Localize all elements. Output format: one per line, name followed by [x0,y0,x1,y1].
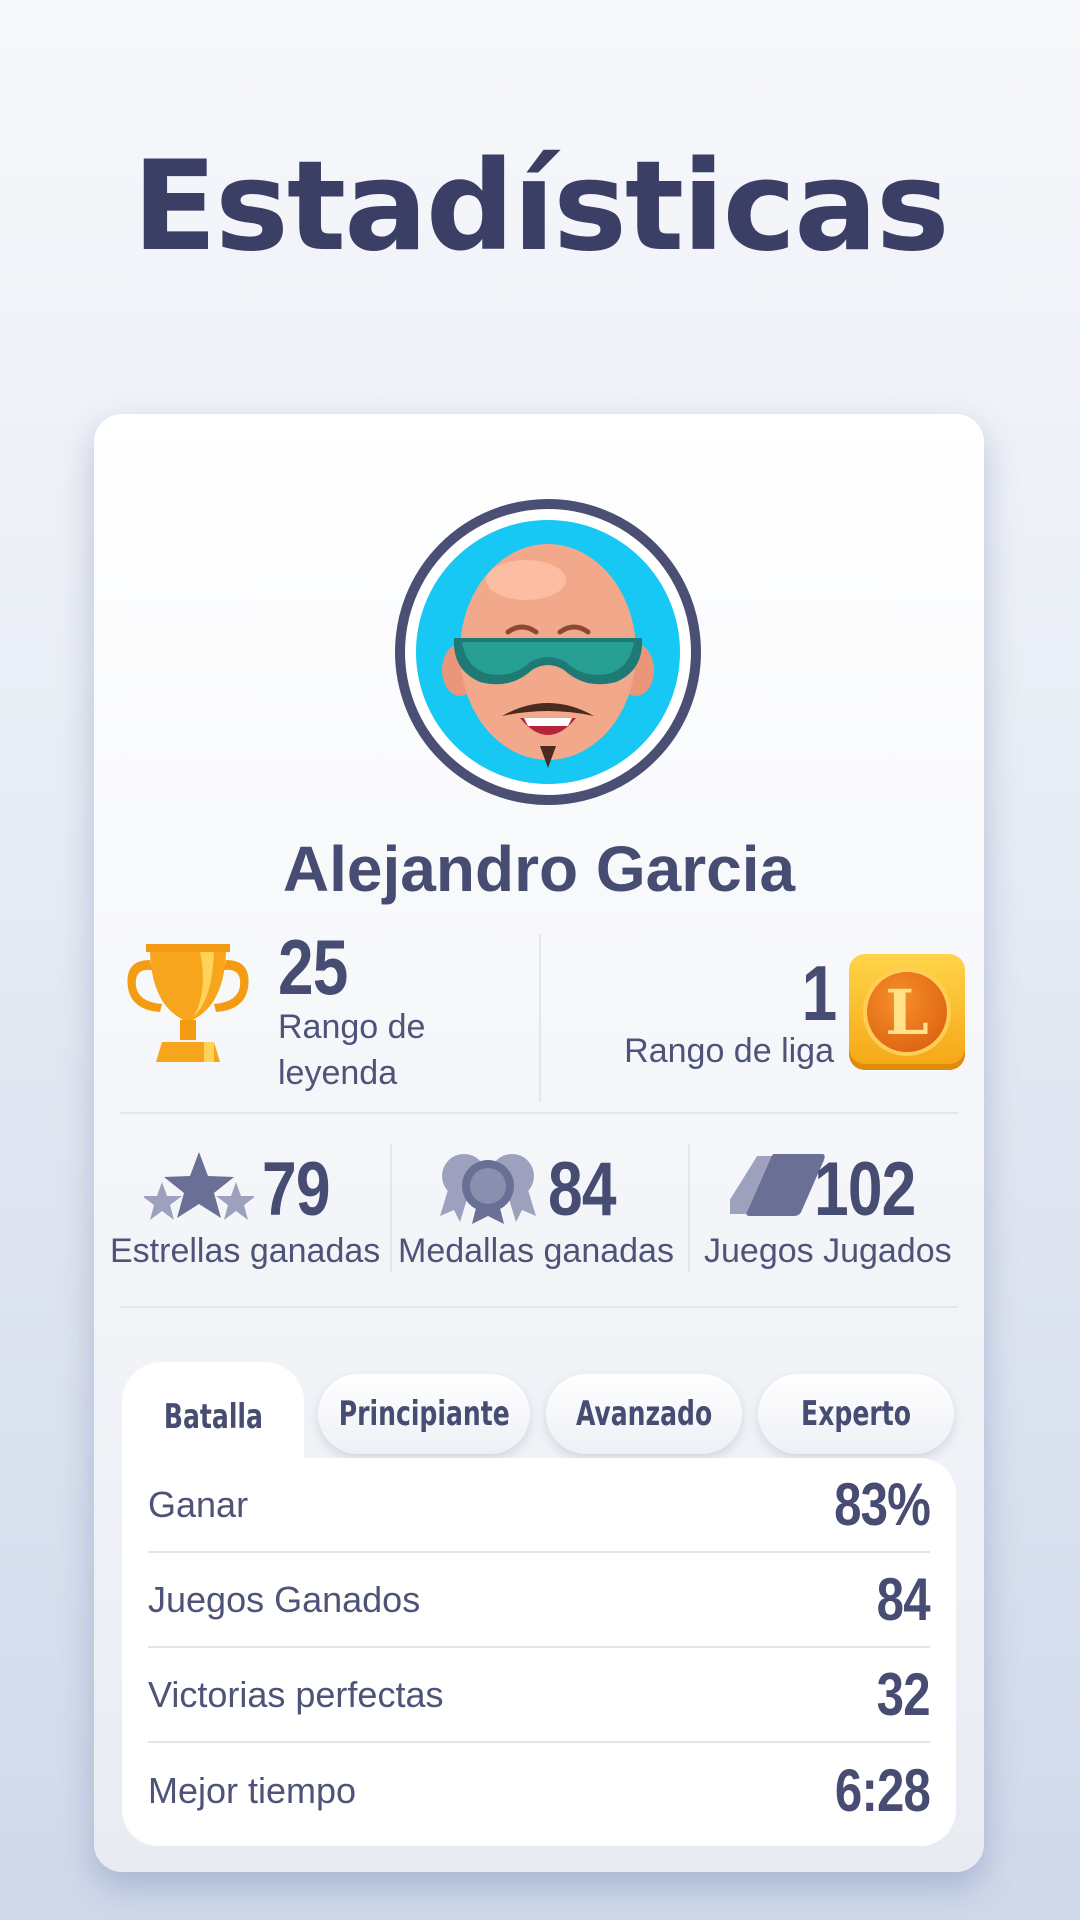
table-row: Juegos Ganados 84 [148,1553,931,1648]
stat-medals: 84 Medallas ganadas [392,1142,682,1272]
row-label: Ganar [148,1483,249,1525]
games-value: 102 [814,1147,916,1232]
player-name: Alejandro Garcia [282,833,796,905]
stats-table: Ganar 83% Juegos Ganados 84 Victorias pe… [122,1458,956,1846]
row-value: 84 [876,1566,931,1633]
row-label: Mejor tiempo [148,1769,357,1811]
tab-batalla[interactable]: Batalla [122,1362,304,1472]
row-label: Juegos Ganados [148,1578,421,1620]
page-title: Estadísticas [132,135,949,279]
table-row: Ganar 83% [148,1458,931,1553]
avatar[interactable] [395,499,701,805]
mode-tabs: Batalla Principiante Avanzado Experto [122,1362,956,1472]
stat-stars: 79 Estrellas ganadas [94,1142,390,1272]
stars-value: 79 [262,1147,331,1232]
row-label: Victorias perfectas [148,1673,444,1715]
stats-card: Alejandro Garcia 25 Rango de leyenda 1 R… [94,414,984,1872]
row-value: 6:28 [834,1757,931,1824]
tab-avanzado[interactable]: Avanzado [546,1374,742,1454]
league-rank-label: Rango de liga [624,1032,834,1070]
league-rank-value: 1 [801,949,837,1037]
games-label: Juegos Jugados [704,1232,952,1270]
rank-divider [539,934,541,1102]
row-value: 83% [833,1471,931,1538]
legend-rank-label: Rango de leyenda [278,1008,426,1092]
bald-man-avatar-icon [442,544,654,768]
table-row: Victorias perfectas 32 [148,1648,931,1743]
section-divider [120,1306,958,1308]
avatar-image [416,520,680,784]
row-value: 32 [876,1661,931,1728]
trophy-icon [127,944,249,1062]
section-divider [120,1112,958,1114]
cards-icon [730,1154,825,1216]
legend-rank-value: 25 [278,923,348,1011]
league-badge-icon: L [849,954,965,1070]
stars-icon [144,1152,254,1220]
medals-value: 84 [548,1147,617,1232]
stat-games: 102 Juegos Jugados [690,1142,984,1272]
stars-label: Estrellas ganadas [110,1232,381,1270]
medals-label: Medallas ganadas [398,1232,674,1270]
table-row: Mejor tiempo 6:28 [148,1743,931,1838]
league-badge-letter: L [863,968,951,1056]
tab-principiante[interactable]: Principiante [318,1374,530,1454]
medals-icon [440,1154,536,1224]
tab-experto[interactable]: Experto [758,1374,954,1454]
